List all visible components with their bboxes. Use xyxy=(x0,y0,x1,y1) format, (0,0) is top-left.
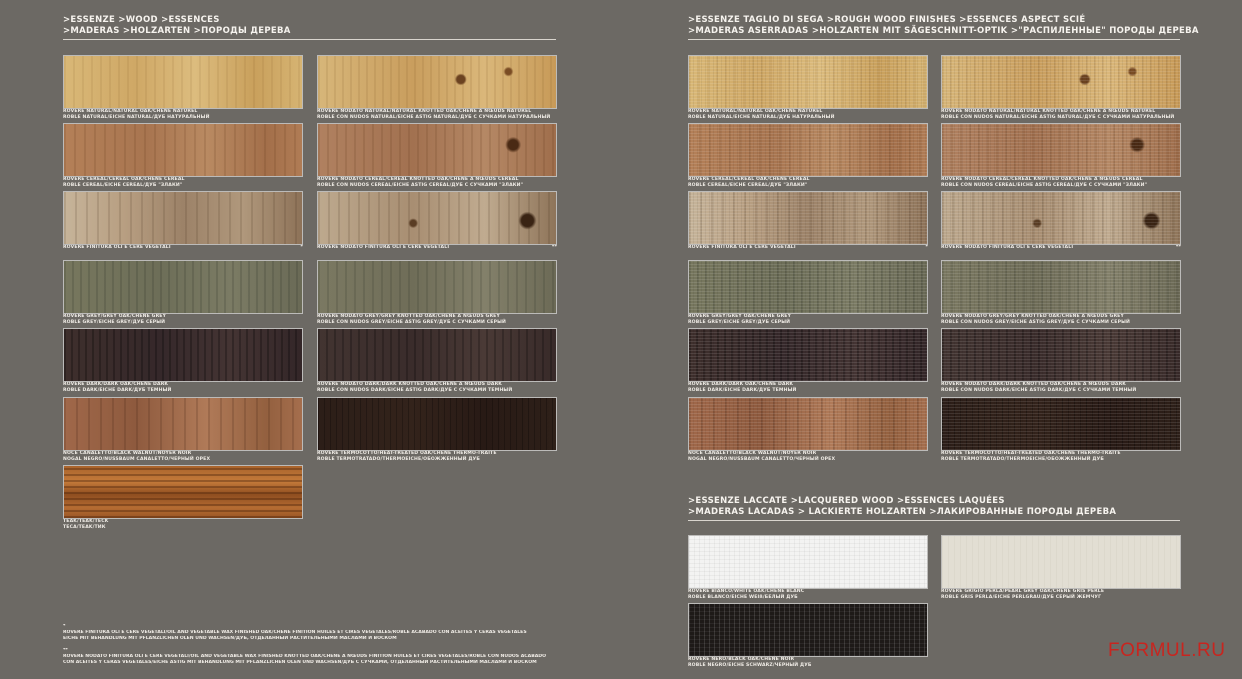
caption-rough-dark-oak: ROVERE DARK/DARK OAK/CHÊNE DARK ROBLE DAR… xyxy=(688,382,797,393)
swatch-rough-oil-wax-knotted-oak[interactable] xyxy=(942,192,1180,244)
lacquered-header-rule xyxy=(688,520,1180,521)
caption-rough-oil-wax-knotted-oak: ROVERE NODATO FINITURA OLI E CERE VEGETA… xyxy=(941,245,1181,250)
caption-rough-natural-oak: ROVERE NATURAL/NATURAL OAK/CHÊNE NATUREL… xyxy=(688,109,835,120)
swatch-rough-heat-treated-oak[interactable] xyxy=(942,398,1180,450)
swatch-natural-oak[interactable] xyxy=(64,56,302,108)
caption-rough-oil-wax-oak: ROVERE FINITURA OLI E CERE VEGETALI * xyxy=(688,245,928,250)
right-header-line2: >MADERAS ASERRADAS >HOLZARTEN MIT SÄGESC… xyxy=(688,26,1199,36)
footnote-2-line2: CON ACEITES Y CERAS VEGETALES/EICHE ASTI… xyxy=(63,660,537,665)
caption-grey-oak: ROVERE GREY/GREY OAK/CHÊNE GREY ROBLE GRE… xyxy=(63,314,167,325)
swatch-grey-knotted-oak[interactable] xyxy=(318,261,556,313)
swatch-cereal-knotted-oak[interactable] xyxy=(318,124,556,176)
swatch-oil-wax-knotted-oak[interactable] xyxy=(318,192,556,244)
caption-rough-heat-treated-oak: ROVERE TERMOCOTTO/HEAT-TREATED OAK/CHÊNE… xyxy=(941,451,1121,462)
swatch-rough-natural-knotted-oak[interactable] xyxy=(942,56,1180,108)
right-section-header: >ESSENZE TAGLIO DI SEGA >ROUGH WOOD FINI… xyxy=(688,15,1199,37)
swatch-oil-wax-oak[interactable] xyxy=(64,192,302,244)
lacquered-section-header: >ESSENZE LACCATE >LACQUERED WOOD >ESSENC… xyxy=(688,496,1116,518)
swatch-rough-natural-oak[interactable] xyxy=(689,56,927,108)
swatch-black-oak[interactable] xyxy=(689,604,927,656)
caption-pearl-grey-oak: ROVERE GRIGIO PERLA/PEARL GREY OAK/CHÊNE… xyxy=(941,589,1105,600)
caption-heat-treated-oak: ROVERE TERMOCOTTO/HEAT-TREATED OAK/CHÊNE… xyxy=(317,451,497,462)
caption-natural-oak: ROVERE NATURAL/NATURAL OAK/CHÊNE NATUREL… xyxy=(63,109,210,120)
left-header-line2: >MADERAS >HOLZARTEN >ПОРОДЫ ДЕРЕВА xyxy=(63,26,291,36)
swatch-pearl-grey-oak[interactable] xyxy=(942,536,1180,588)
left-header-line1: >ESSENZE >WOOD >ESSENCES xyxy=(63,15,220,25)
swatch-grey-oak[interactable] xyxy=(64,261,302,313)
caption-teak: TEAK/TEAK/TECK TECA/TEAK/ТИК xyxy=(63,519,109,530)
caption-black-oak: ROVERE NERO/BLACK OAK/CHÊNE NOIR ROBLE NE… xyxy=(688,657,812,668)
swatch-rough-cereal-knotted-oak[interactable] xyxy=(942,124,1180,176)
caption-rough-dark-knotted-oak: ROVERE NODATO DARK/DARK KNOTTED OAK/CHÊN… xyxy=(941,382,1137,393)
footnote-1-line2: EICHE MIT BEHANDLUNG MIT PFLANZLICHEN ÖL… xyxy=(63,636,397,641)
swatch-dark-oak[interactable] xyxy=(64,329,302,381)
lacquered-header-line1: >ESSENZE LACCATE >LACQUERED WOOD >ESSENC… xyxy=(688,496,1005,506)
swatch-teak[interactable] xyxy=(64,466,302,518)
left-header-rule xyxy=(63,39,556,40)
caption-oil-wax-knotted-oak: ROVERE NODATO FINITURA OLI E CERE VEGETA… xyxy=(317,245,557,250)
caption-dark-oak: ROVERE DARK/DARK OAK/CHÊNE DARK ROBLE DAR… xyxy=(63,382,172,393)
caption-oil-wax-oak: ROVERE FINITURA OLI E CERE VEGETALI * xyxy=(63,245,303,250)
swatch-cereal-oak[interactable] xyxy=(64,124,302,176)
caption-white-oak: ROVERE BIANCO/WHITE OAK/CHÊNE BLANC ROBLE… xyxy=(688,589,805,600)
left-section-header: >ESSENZE >WOOD >ESSENCES >MADERAS >HOLZA… xyxy=(63,15,291,37)
right-header-rule xyxy=(688,39,1180,40)
swatch-rough-black-walnut[interactable] xyxy=(689,398,927,450)
footnotes: * ROVERE FINITURA OLI E CERE VEGETALI/OI… xyxy=(63,624,583,666)
caption-dark-knotted-oak: ROVERE NODATO DARK/DARK KNOTTED OAK/CHÊN… xyxy=(317,382,513,393)
swatch-rough-oil-wax-oak[interactable] xyxy=(689,192,927,244)
swatch-heat-treated-oak[interactable] xyxy=(318,398,556,450)
caption-rough-black-walnut: NOCE CANALETTO/BLACK WALNUT/NOYER NOIR NO… xyxy=(688,451,836,462)
caption-black-walnut: NOCE CANALETTO/BLACK WALNUT/NOYER NOIR NO… xyxy=(63,451,211,462)
caption-natural-knotted-oak: ROVERE NODATO NATURAL/NATURAL KNOTTED OA… xyxy=(317,109,551,120)
swatch-rough-dark-oak[interactable] xyxy=(689,329,927,381)
swatch-white-oak[interactable] xyxy=(689,536,927,588)
caption-cereal-oak: ROVERE CEREAL/CEREAL OAK/CHÊNE CEREAL ROB… xyxy=(63,177,185,188)
caption-rough-natural-knotted-oak: ROVERE NODATO NATURAL/NATURAL KNOTTED OA… xyxy=(941,109,1175,120)
swatch-rough-dark-knotted-oak[interactable] xyxy=(942,329,1180,381)
swatch-rough-grey-oak[interactable] xyxy=(689,261,927,313)
caption-rough-grey-knotted-oak: ROVERE NODATO GREY/GREY KNOTTED OAK/CHÊN… xyxy=(941,314,1130,325)
swatch-natural-knotted-oak[interactable] xyxy=(318,56,556,108)
right-header-line1: >ESSENZE TAGLIO DI SEGA >ROUGH WOOD FINI… xyxy=(688,15,1086,25)
lacquered-header-line2: >MADERAS LACADAS > LACKIERTE HOLZARTEN >… xyxy=(688,507,1117,517)
caption-rough-cereal-oak: ROVERE CEREAL/CEREAL OAK/CHÊNE CEREAL ROB… xyxy=(688,177,810,188)
swatch-dark-knotted-oak[interactable] xyxy=(318,329,556,381)
caption-rough-grey-oak: ROVERE GREY/GREY OAK/CHÊNE GREY ROBLE GRE… xyxy=(688,314,792,325)
caption-cereal-knotted-oak: ROVERE NODATO CEREAL/CEREAL KNOTTED OAK/… xyxy=(317,177,524,188)
caption-rough-cereal-knotted-oak: ROVERE NODATO CEREAL/CEREAL KNOTTED OAK/… xyxy=(941,177,1148,188)
caption-grey-knotted-oak: ROVERE NODATO GREY/GREY KNOTTED OAK/CHÊN… xyxy=(317,314,506,325)
swatch-black-walnut[interactable] xyxy=(64,398,302,450)
swatch-rough-cereal-oak[interactable] xyxy=(689,124,927,176)
brand-watermark: FORMUL.RU xyxy=(1108,640,1226,661)
swatch-rough-grey-knotted-oak[interactable] xyxy=(942,261,1180,313)
